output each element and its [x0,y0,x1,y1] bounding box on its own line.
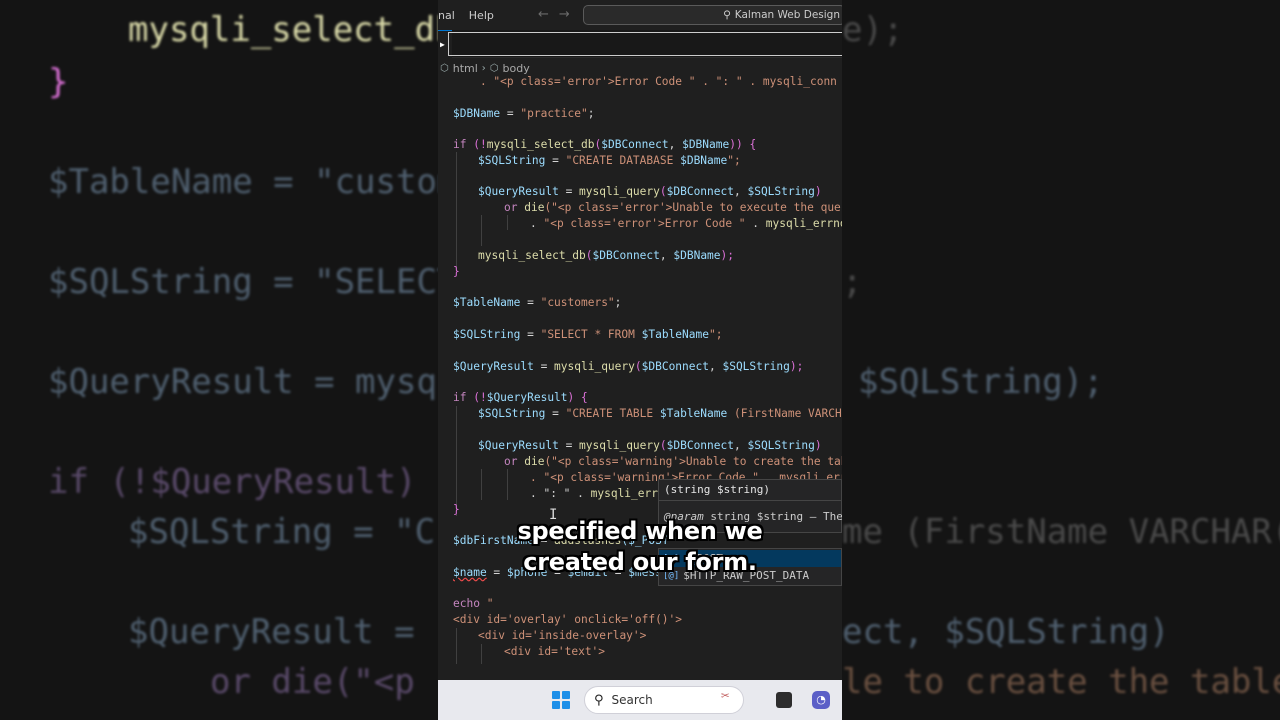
bg-code-line: e); [842,10,904,50]
taskbar-search[interactable]: ⚲ Search [584,686,744,714]
indent-guide [481,469,482,500]
parameter-signature: (string $string) [664,483,770,496]
subtitle-line-1: specified when we [517,517,763,545]
search-icon: ⚲ [594,692,604,708]
bg-code-line: or die("<p [210,662,415,702]
blurred-background-right: e); ; $SQLString); me (FirstName VARCHAR… [842,0,1280,720]
bg-code-line: me (FirstName VARCHAR( [842,512,1280,552]
code-line: } [453,265,460,278]
command-center-search[interactable]: ⚲ Kalman Web Design [583,5,842,25]
bg-code-line: $TableName = "custom [48,162,438,202]
forward-arrow-icon[interactable]: → [559,7,570,22]
bg-code-line: $QueryResult = [128,612,436,652]
nav-arrows: ← → [538,7,570,22]
code-line: $QueryResult = mysqli_query($DBConnect, … [478,439,822,452]
taskbar-search-label: Search [611,693,653,707]
code-line: if (!mysqli_select_db($DBConnect, $DBNam… [453,138,757,151]
indent-guide [481,644,482,664]
code-line: if (!$QueryResult) { [453,391,588,404]
indent-guide [456,152,457,270]
code-line: <div id='text'> [504,645,606,658]
html-element-icon: ⬡ [440,62,449,74]
code-line: mysqli_select_db($DBConnect, $DBName); [478,249,735,262]
code-line: . ": " . mysqli_erro [530,487,665,500]
code-line: $QueryResult = mysqli_query($DBConnect, … [453,360,804,373]
code-line: } [453,503,460,516]
indent-guide [456,406,457,516]
bg-code-line: ect, $SQLString) [842,612,1170,652]
bg-code-line: $SQLString = "C [128,512,436,552]
chevron-right-icon: › [481,62,486,74]
indent-guide [456,628,457,664]
file-explorer-icon[interactable] [776,692,792,708]
bg-code-line: } [48,62,69,102]
code-line: $SQLString = "CREATE DATABASE $DBName"; [478,154,741,167]
search-icon: ⚲ [723,9,731,21]
vscode-window: nal Help ← → ⚲ Kalman Web Design ▶ ⬡ htm… [438,0,842,720]
bg-code-line: mysqli_select_db [128,10,438,50]
bg-code-line: ; [842,262,863,302]
code-line: <div id='overlay' onclick='off()'> [453,613,683,626]
subtitle-line-2: created our form. [523,548,757,576]
bg-code-line: if (!$QueryResult) { [48,462,438,502]
html-element-icon: ⬡ [489,62,499,74]
find-input[interactable] [448,32,842,56]
snipping-tool-icon[interactable]: ✂ [721,688,741,708]
breadcrumb-item-body[interactable]: body [503,62,530,75]
bg-code-line: $SQLString); [858,362,1104,402]
tab-bar: ▶ [438,30,842,58]
indent-guide [507,215,508,230]
menu-terminal[interactable]: nal [438,9,455,22]
breadcrumb-item-html[interactable]: html [453,62,478,75]
bg-code-line: $SQLString = "SELECT [48,262,438,302]
code-line: $SQLString = "SELECT * FROM $TableName"; [453,328,723,341]
title-bar: nal Help ← → ⚲ Kalman Web Design [438,0,842,30]
menu-bar: nal Help [438,9,494,22]
tab-indicator-icon: ▶ [440,40,445,49]
popup-divider [659,500,842,501]
code-line: $SQLString = "CREATE TABLE $TableName (F… [478,407,842,420]
indent-guide [481,215,482,246]
bg-code-line: $QueryResult = mysq [48,362,437,402]
indent-guide [507,469,508,500]
search-label: Kalman Web Design [734,9,840,21]
code-line: echo " [453,597,494,610]
code-line: or die("<p class='error'>Unable to execu… [504,201,842,214]
windows-start-icon[interactable] [552,691,570,709]
code-line: . "<p class='error'>Error Code " . ": " … [453,75,837,88]
windows-taskbar: ⚲ Search ✂ ◔ [438,680,842,720]
bg-code-line: le to create the table [842,662,1280,702]
code-line: $TableName = "customers"; [453,296,622,309]
menu-help[interactable]: Help [469,9,494,22]
code-line: . "<p class='error'>Error Code " . mysql… [530,217,842,230]
blurred-background-left: mysqli_select_db } $TableName = "custom … [0,0,438,720]
chat-app-icon[interactable]: ◔ [812,691,830,709]
code-line: <div id='inside-overlay'> [478,629,647,642]
code-line: $QueryResult = mysqli_query($DBConnect, … [478,185,822,198]
back-arrow-icon[interactable]: ← [538,7,549,22]
code-line: or die("<p class='warning'>Unable to cre… [504,455,842,468]
code-line: $DBName = "practice"; [453,107,595,120]
